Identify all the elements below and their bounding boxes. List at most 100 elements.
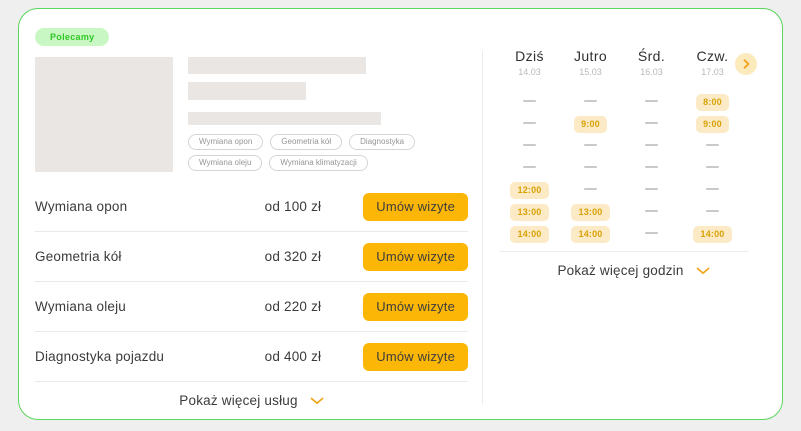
slot-unavailable-dash xyxy=(706,166,719,168)
time-slot[interactable]: 9:00 xyxy=(696,116,729,133)
service-name: Wymiana oleju xyxy=(35,299,265,314)
chevron-right-icon xyxy=(743,59,750,69)
time-slot[interactable]: 9:00 xyxy=(574,116,607,133)
slot-unavailable-dash xyxy=(584,188,597,190)
slot-cell xyxy=(584,188,597,190)
day-header[interactable]: Dziś 14.03 xyxy=(499,48,560,77)
slot-cell: 9:00 xyxy=(696,114,729,132)
slot-unavailable-dash xyxy=(645,122,658,124)
slot-unavailable-dash xyxy=(645,100,658,102)
service-price: od 220 zł xyxy=(265,299,322,314)
services-list: Wymiana opon od 100 zł Umów wizyte Geome… xyxy=(35,182,468,382)
slot-unavailable-dash xyxy=(706,188,719,190)
slot-cell xyxy=(584,144,597,146)
show-more-services-label: Pokaż więcej usług xyxy=(179,393,297,408)
day-date: 17.03 xyxy=(682,67,743,77)
time-slot-grid: 8:00 9:00 9:00 12:00 13:00 13:00 14:00 14:00 14:… xyxy=(499,90,768,244)
service-tag[interactable]: Diagnostyka xyxy=(349,134,415,150)
slot-cell xyxy=(645,100,658,102)
day-headers: Dziś 14.03 Jutro 15.03 Śrd. 16.03 Czw. 1… xyxy=(499,48,768,77)
slot-cell: 14:00 xyxy=(693,224,731,242)
slot-cell xyxy=(523,100,536,102)
day-date: 16.03 xyxy=(621,67,682,77)
service-tag[interactable]: Wymiana oleju xyxy=(188,155,262,171)
next-days-button[interactable] xyxy=(735,53,757,75)
service-name: Wymiana opon xyxy=(35,199,265,214)
slot-unavailable-dash xyxy=(584,166,597,168)
provider-address-placeholder xyxy=(188,112,381,125)
service-row: Wymiana oleju od 220 zł Umów wizyte xyxy=(35,282,468,332)
service-name: Geometria kół xyxy=(35,249,265,264)
chevron-down-icon xyxy=(310,397,324,405)
show-more-hours-label: Pokaż więcej godzin xyxy=(557,263,683,278)
slot-cell xyxy=(645,166,658,168)
show-more-services[interactable]: Pokaż więcej usług xyxy=(35,382,468,419)
book-visit-button[interactable]: Umów wizyte xyxy=(363,243,468,271)
service-tag[interactable]: Wymiana opon xyxy=(188,134,263,150)
service-tag[interactable]: Wymiana klimatyzacji xyxy=(269,155,367,171)
slot-cell: 14:00 xyxy=(571,224,609,242)
time-slot[interactable]: 14:00 xyxy=(510,226,548,243)
book-visit-button[interactable]: Umów wizyte xyxy=(363,293,468,321)
time-slot[interactable]: 14:00 xyxy=(693,226,731,243)
service-name: Diagnostyka pojazdu xyxy=(35,349,265,364)
slot-cell: 9:00 xyxy=(574,114,607,132)
show-more-hours[interactable]: Pokaż więcej godzin xyxy=(499,252,768,289)
slot-cell: 8:00 xyxy=(696,92,729,110)
service-row: Geometria kół od 320 zł Umów wizyte xyxy=(35,232,468,282)
day-label: Czw. xyxy=(682,48,743,64)
time-slot[interactable]: 13:00 xyxy=(510,204,548,221)
service-row: Diagnostyka pojazdu od 400 zł Umów wizyt… xyxy=(35,332,468,382)
slot-unavailable-dash xyxy=(645,210,658,212)
provider-profile: Wymiana opon Geometria kół Diagnostyka W… xyxy=(35,57,468,172)
provider-name-placeholder xyxy=(188,57,366,74)
slot-cell xyxy=(645,210,658,212)
day-header[interactable]: Jutro 15.03 xyxy=(560,48,621,77)
slot-cell xyxy=(523,166,536,168)
service-price: od 100 zł xyxy=(265,199,322,214)
slot-unavailable-dash xyxy=(645,144,658,146)
service-price: od 320 zł xyxy=(265,249,322,264)
recommended-badge: Polecamy xyxy=(35,28,109,46)
slot-cell xyxy=(645,188,658,190)
provider-rating-placeholder xyxy=(188,82,306,100)
slot-unavailable-dash xyxy=(523,144,536,146)
service-provider-card: Polecamy Wymiana opon Geometria kół Diag… xyxy=(18,8,783,420)
day-date: 14.03 xyxy=(499,67,560,77)
day-label: Śrd. xyxy=(621,48,682,64)
slot-unavailable-dash xyxy=(706,144,719,146)
slot-cell: 13:00 xyxy=(510,202,548,220)
slot-unavailable-dash xyxy=(584,144,597,146)
time-slot[interactable]: 13:00 xyxy=(571,204,609,221)
day-header[interactable]: Czw. 17.03 xyxy=(682,48,743,77)
provider-photo-placeholder xyxy=(35,57,173,172)
provider-panel: Polecamy Wymiana opon Geometria kół Diag… xyxy=(19,9,482,419)
chevron-down-icon xyxy=(696,267,710,275)
service-tag[interactable]: Geometria kół xyxy=(270,134,342,150)
slot-cell xyxy=(645,232,658,234)
slot-cell xyxy=(706,166,719,168)
slot-unavailable-dash xyxy=(584,100,597,102)
slot-cell xyxy=(523,144,536,146)
time-slot[interactable]: 14:00 xyxy=(571,226,609,243)
slot-unavailable-dash xyxy=(523,122,536,124)
provider-info: Wymiana opon Geometria kół Diagnostyka W… xyxy=(188,57,438,172)
slot-unavailable-dash xyxy=(645,166,658,168)
slot-cell: 13:00 xyxy=(571,202,609,220)
slot-cell: 12:00 xyxy=(510,180,548,198)
book-visit-button[interactable]: Umów wizyte xyxy=(363,193,468,221)
slot-cell xyxy=(584,166,597,168)
slot-unavailable-dash xyxy=(523,100,536,102)
slot-cell xyxy=(645,122,658,124)
slot-cell xyxy=(706,210,719,212)
time-slot[interactable]: 12:00 xyxy=(510,182,548,199)
slot-cell xyxy=(645,144,658,146)
day-date: 15.03 xyxy=(560,67,621,77)
time-slot[interactable]: 8:00 xyxy=(696,94,729,111)
service-price: od 400 zł xyxy=(265,349,322,364)
day-label: Dziś xyxy=(499,48,560,64)
book-visit-button[interactable]: Umów wizyte xyxy=(363,343,468,371)
service-tags: Wymiana opon Geometria kół Diagnostyka W… xyxy=(188,134,438,171)
slot-cell: 14:00 xyxy=(510,224,548,242)
day-header[interactable]: Śrd. 16.03 xyxy=(621,48,682,77)
